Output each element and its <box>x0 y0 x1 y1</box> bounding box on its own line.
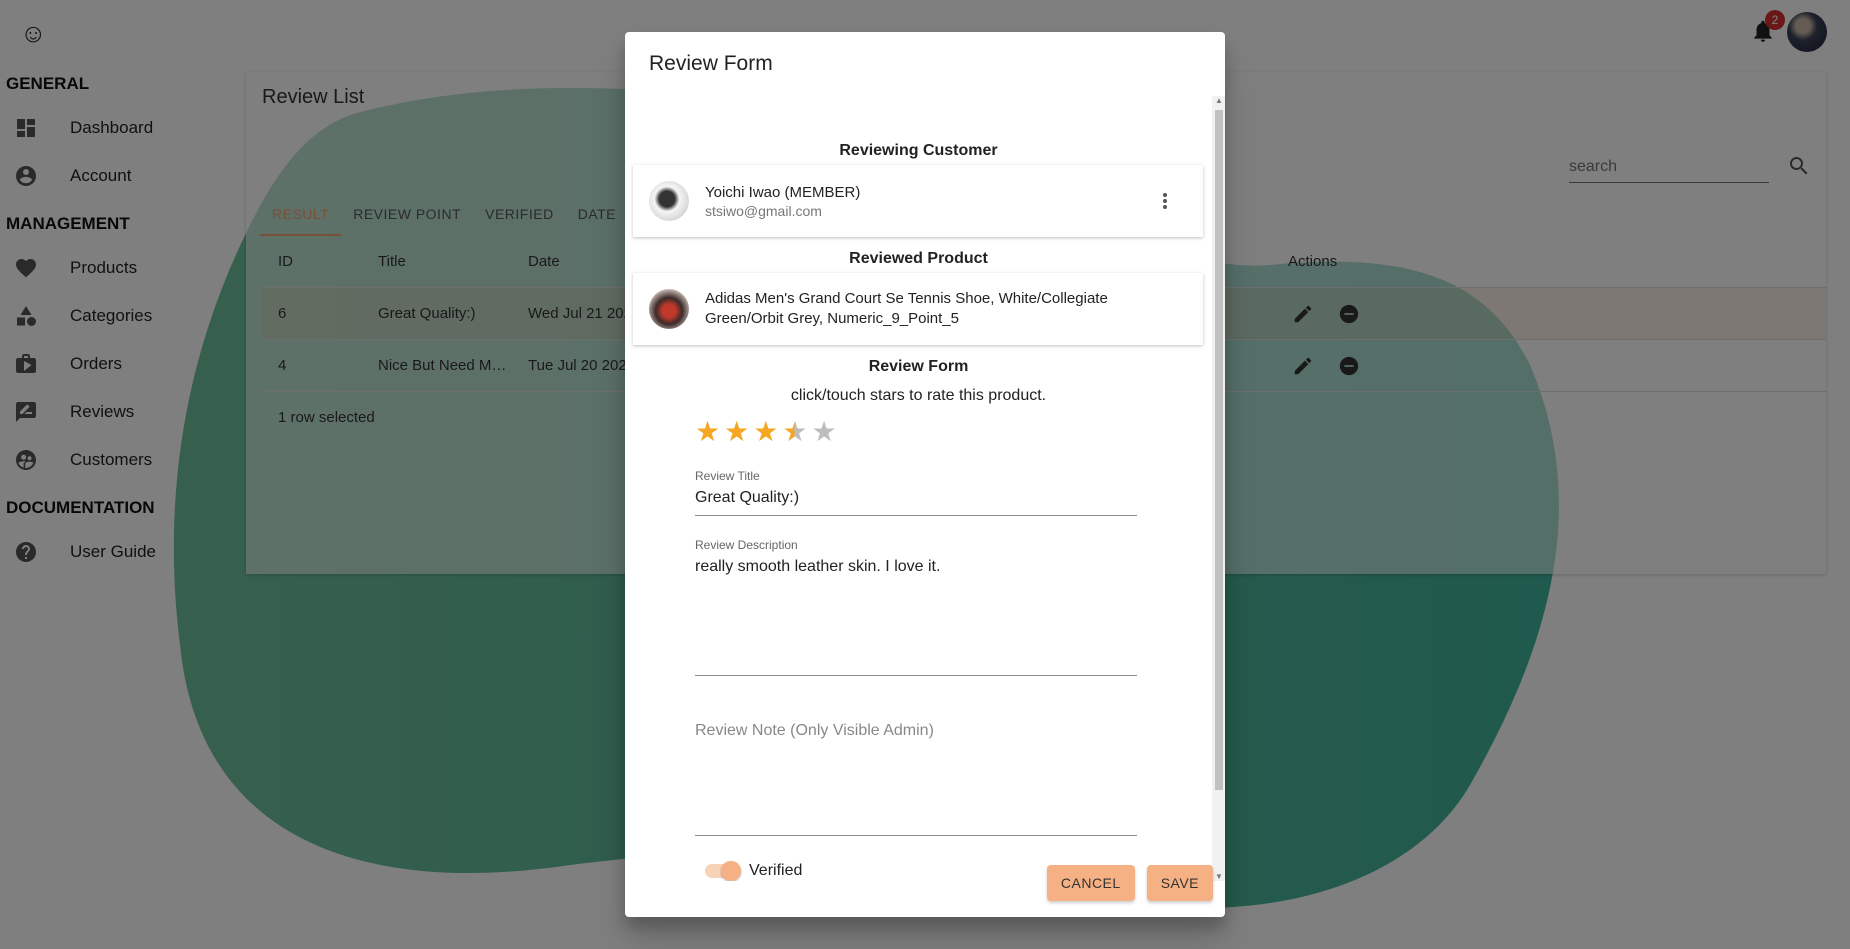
scroll-up-icon[interactable]: ▲ <box>1215 96 1223 105</box>
customer-name: Yoichi Iwao (MEMBER) <box>705 184 861 201</box>
product-thumbnail <box>649 289 689 329</box>
star-icon[interactable]: ★ <box>753 417 778 447</box>
cancel-button[interactable]: CANCEL <box>1046 865 1135 901</box>
review-title-input[interactable]: Great Quality:) <box>695 483 1137 516</box>
more-vert-icon[interactable] <box>1153 189 1177 213</box>
form-heading: Review Form <box>868 358 969 375</box>
review-form-dialog: Review Form Reviewing Customer Yoichi Iw… <box>625 32 1225 917</box>
switch-thumb <box>721 861 741 881</box>
customer-email: stsiwo@gmail.com <box>705 203 822 219</box>
rating-hint: click/touch stars to rate this product. <box>790 387 1047 404</box>
star-icon[interactable]: ★ <box>695 417 720 447</box>
verified-label: Verified <box>749 862 803 879</box>
review-description-input[interactable]: really smooth leather skin. I love it. <box>695 552 1137 676</box>
scroll-down-icon[interactable]: ▼ <box>1215 872 1223 881</box>
dialog-title: Review Form <box>649 52 773 75</box>
product-name: Adidas Men's Grand Court Se Tennis Shoe,… <box>705 290 1108 327</box>
dialog-content: Reviewing Customer Yoichi Iwao (MEMBER) … <box>625 96 1212 881</box>
review-note-field[interactable]: Review Note (Only Visible Admin) <box>695 722 1137 836</box>
star-half-icon[interactable]: ★ <box>782 417 807 447</box>
product-heading: Reviewed Product <box>849 250 988 267</box>
product-card: Adidas Men's Grand Court Se Tennis Shoe,… <box>633 273 1203 345</box>
review-title-field[interactable]: Review Title Great Quality:) <box>695 469 1137 516</box>
review-description-label: Review Description <box>695 538 798 552</box>
verified-switch[interactable] <box>705 861 741 881</box>
dialog-scrollbar[interactable]: ▲ ▼ <box>1212 96 1225 881</box>
customer-heading: Reviewing Customer <box>839 142 998 159</box>
star-empty-icon[interactable]: ★ <box>811 417 836 447</box>
scroll-thumb[interactable] <box>1215 110 1223 790</box>
customer-card: Yoichi Iwao (MEMBER) stsiwo@gmail.com <box>633 165 1203 237</box>
review-note-input[interactable]: Review Note (Only Visible Admin) <box>695 722 1137 836</box>
review-title-label: Review Title <box>695 469 760 483</box>
customer-avatar <box>649 181 689 221</box>
review-description-field[interactable]: Review Description really smooth leather… <box>695 538 1137 676</box>
star-icon[interactable]: ★ <box>724 417 749 447</box>
save-button[interactable]: SAVE <box>1146 865 1213 901</box>
dialog-actions: CANCEL SAVE <box>1046 865 1213 901</box>
star-rating[interactable]: ★ ★ ★ ★ ★ <box>695 417 1212 447</box>
